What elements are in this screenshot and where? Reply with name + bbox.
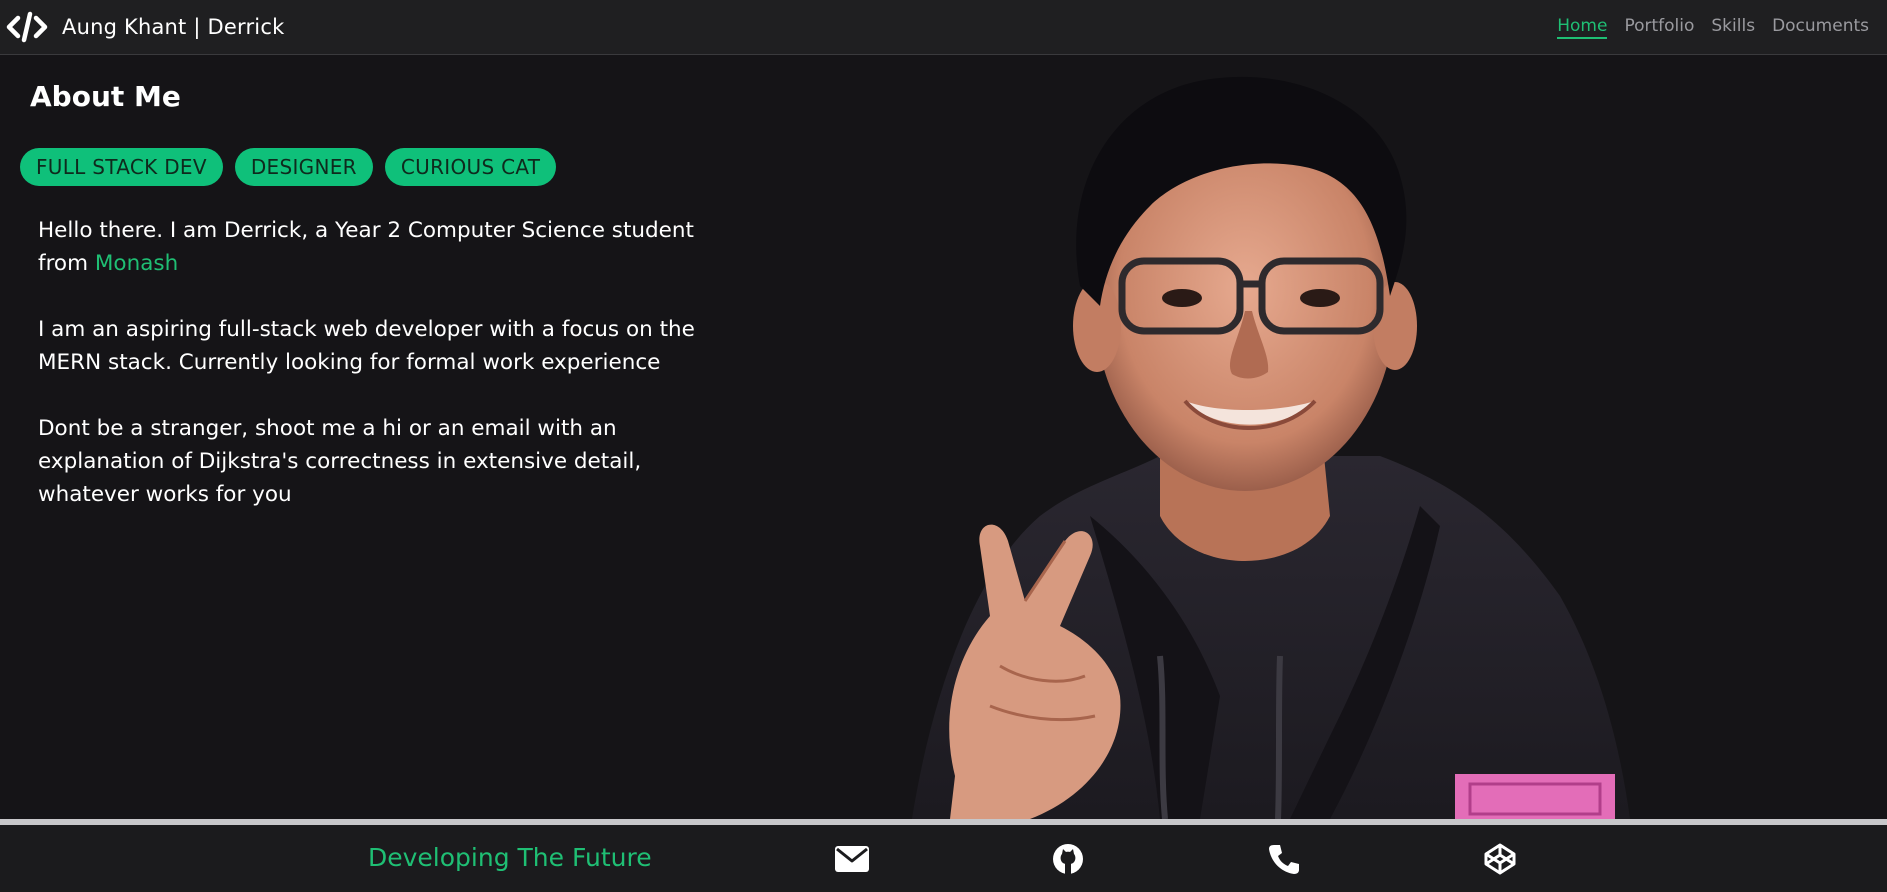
code-icon: [6, 11, 48, 43]
navbar: Aung Khant | Derrick Home Portfolio Skil…: [0, 0, 1887, 55]
nav-link-portfolio[interactable]: Portfolio: [1624, 16, 1694, 39]
bio-intro: Hello there. I am Derrick, a Year 2 Comp…: [38, 214, 718, 280]
codepen-icon[interactable]: [1482, 842, 1518, 876]
brand-name: Aung Khant | Derrick: [62, 15, 285, 39]
brand[interactable]: Aung Khant | Derrick: [6, 11, 284, 43]
about-section: About Me FULL STACK DEV DESIGNER CURIOUS…: [0, 56, 1887, 819]
tag-designer: DESIGNER: [234, 148, 373, 186]
github-icon[interactable]: [1050, 842, 1086, 876]
profile-photo: [912, 76, 1630, 819]
nav-link-skills[interactable]: Skills: [1711, 16, 1755, 39]
monash-link[interactable]: Monash: [95, 251, 178, 276]
nav-links: Home Portfolio Skills Documents: [1557, 0, 1869, 55]
footer: Developing The Future: [0, 825, 1887, 892]
bio: Hello there. I am Derrick, a Year 2 Comp…: [38, 214, 718, 544]
tag-list: FULL STACK DEV DESIGNER CURIOUS CAT: [20, 148, 557, 186]
tag-full-stack-dev: FULL STACK DEV: [20, 148, 223, 186]
envelope-icon[interactable]: [834, 842, 870, 876]
page-title: About Me: [30, 80, 181, 113]
footer-tagline: Developing The Future: [368, 843, 652, 872]
tag-curious-cat: CURIOUS CAT: [384, 148, 557, 186]
nav-link-home[interactable]: Home: [1557, 16, 1608, 39]
bio-focus: I am an aspiring full-stack web develope…: [38, 317, 695, 375]
bio-contact: Dont be a stranger, shoot me a hi or an …: [38, 416, 642, 507]
phone-icon[interactable]: [1266, 842, 1302, 876]
nav-link-documents[interactable]: Documents: [1772, 16, 1869, 39]
